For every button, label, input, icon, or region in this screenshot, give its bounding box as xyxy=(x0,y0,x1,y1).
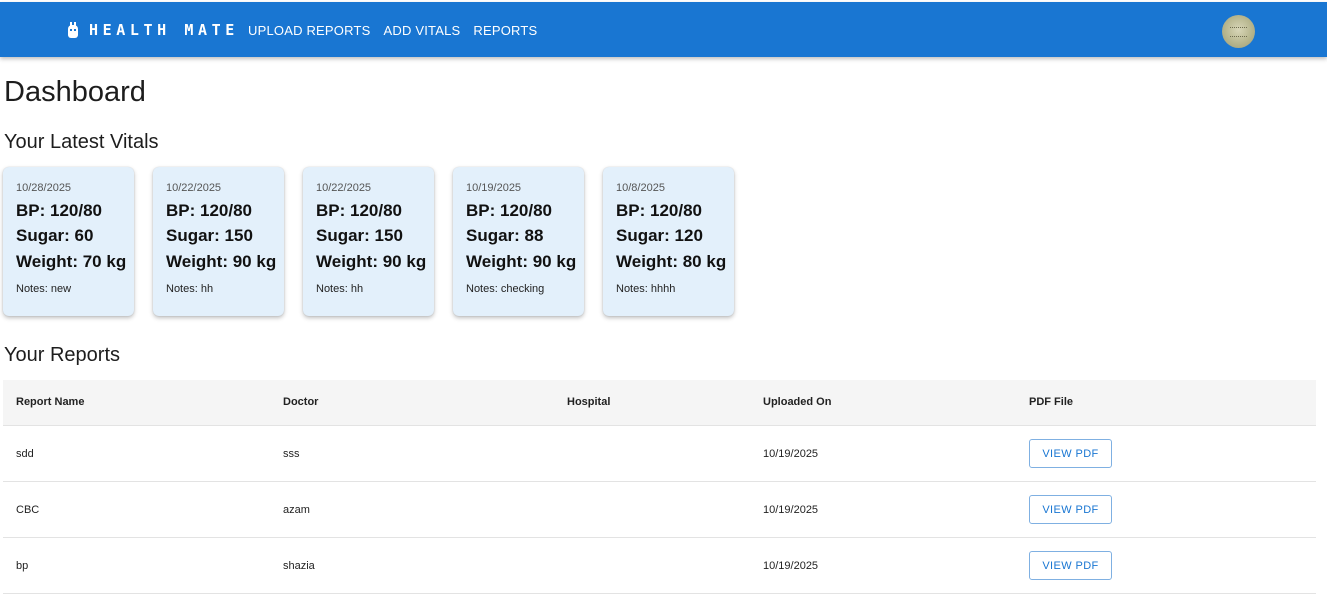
vital-card: 10/19/2025 BP: 120/80 Sugar: 88 Weight: … xyxy=(453,167,584,316)
vital-date: 10/19/2025 xyxy=(466,182,522,194)
table-row: sdd sss 10/19/2025 VIEW PDF xyxy=(3,426,1316,482)
vital-card: 10/22/2025 BP: 120/80 Sugar: 150 Weight:… xyxy=(303,167,434,316)
vital-sugar: Sugar: 88 xyxy=(466,226,544,245)
vital-weight: Weight: 70 kg xyxy=(16,252,127,271)
user-avatar[interactable] xyxy=(1222,15,1255,48)
table-header: Report Name Doctor Hospital Uploaded On … xyxy=(3,380,1316,426)
vital-card: 10/28/2025 BP: 120/80 Sugar: 60 Weight: … xyxy=(3,167,134,316)
vital-bp: BP: 120/80 xyxy=(166,201,252,220)
vital-sugar: Sugar: 60 xyxy=(16,226,94,245)
app-bar: HEALTH MATE UPLOAD REPORTS ADD VITALS RE… xyxy=(0,2,1327,57)
report-doctor: shazia xyxy=(283,560,315,572)
col-doctor: Doctor xyxy=(283,396,319,408)
vital-date: 10/28/2025 xyxy=(16,182,72,194)
vital-notes: Notes: checking xyxy=(466,283,545,295)
report-uploaded-on: 10/19/2025 xyxy=(763,448,819,460)
vital-card: 10/8/2025 BP: 120/80 Sugar: 120 Weight: … xyxy=(603,167,734,316)
vitals-list: 10/28/2025 BP: 120/80 Sugar: 60 Weight: … xyxy=(3,167,753,316)
reports-table: Report Name Doctor Hospital Uploaded On … xyxy=(3,380,1316,594)
vital-sugar: Sugar: 150 xyxy=(316,226,403,245)
nav-reports[interactable]: REPORTS xyxy=(473,23,537,38)
table-row: CBC azam 10/19/2025 VIEW PDF xyxy=(3,482,1316,538)
vital-weight: Weight: 90 kg xyxy=(316,252,427,271)
table-row: bp shazia 10/19/2025 VIEW PDF xyxy=(3,538,1316,594)
vital-date: 10/22/2025 xyxy=(316,182,372,194)
vital-notes: Notes: hh xyxy=(316,283,364,295)
main-nav: UPLOAD REPORTS ADD VITALS REPORTS xyxy=(248,23,550,38)
report-doctor: azam xyxy=(283,504,310,516)
report-name: CBC xyxy=(16,504,40,516)
view-pdf-button[interactable]: VIEW PDF xyxy=(1029,495,1112,524)
vital-sugar: Sugar: 120 xyxy=(616,226,703,245)
brand-name: HEALTH MATE xyxy=(89,21,239,39)
col-report-name: Report Name xyxy=(16,396,85,408)
vital-weight: Weight: 80 kg xyxy=(616,252,727,271)
vital-sugar: Sugar: 150 xyxy=(166,226,253,245)
vitals-heading: Your Latest Vitals xyxy=(4,131,159,153)
vital-weight: Weight: 90 kg xyxy=(466,252,577,271)
vital-notes: Notes: new xyxy=(16,283,72,295)
reports-heading: Your Reports xyxy=(4,344,120,366)
report-name: bp xyxy=(16,560,29,572)
report-uploaded-on: 10/19/2025 xyxy=(763,504,819,516)
vital-bp: BP: 120/80 xyxy=(16,201,102,220)
view-pdf-button[interactable]: VIEW PDF xyxy=(1029,439,1112,468)
vital-bp: BP: 120/80 xyxy=(466,201,552,220)
avatar-image xyxy=(1230,27,1247,37)
brand-logo[interactable]: HEALTH MATE xyxy=(67,21,239,39)
vital-date: 10/8/2025 xyxy=(616,182,665,194)
col-uploaded-on: Uploaded On xyxy=(763,396,832,408)
vital-date: 10/22/2025 xyxy=(166,182,222,194)
report-name: sdd xyxy=(16,448,34,460)
vital-card: 10/22/2025 BP: 120/80 Sugar: 150 Weight:… xyxy=(153,167,284,316)
nav-add-vitals[interactable]: ADD VITALS xyxy=(383,23,460,38)
page-title: Dashboard xyxy=(4,76,146,108)
vital-weight: Weight: 90 kg xyxy=(166,252,277,271)
robot-icon xyxy=(67,22,79,38)
vital-bp: BP: 120/80 xyxy=(616,201,702,220)
view-pdf-button[interactable]: VIEW PDF xyxy=(1029,551,1112,580)
vital-notes: Notes: hh xyxy=(166,283,214,295)
col-pdf-file: PDF File xyxy=(1029,396,1074,408)
vital-bp: BP: 120/80 xyxy=(316,201,402,220)
vital-notes: Notes: hhhh xyxy=(616,283,676,295)
report-doctor: sss xyxy=(283,448,300,460)
col-hospital: Hospital xyxy=(567,396,611,408)
report-uploaded-on: 10/19/2025 xyxy=(763,560,819,572)
nav-upload-reports[interactable]: UPLOAD REPORTS xyxy=(248,23,370,38)
